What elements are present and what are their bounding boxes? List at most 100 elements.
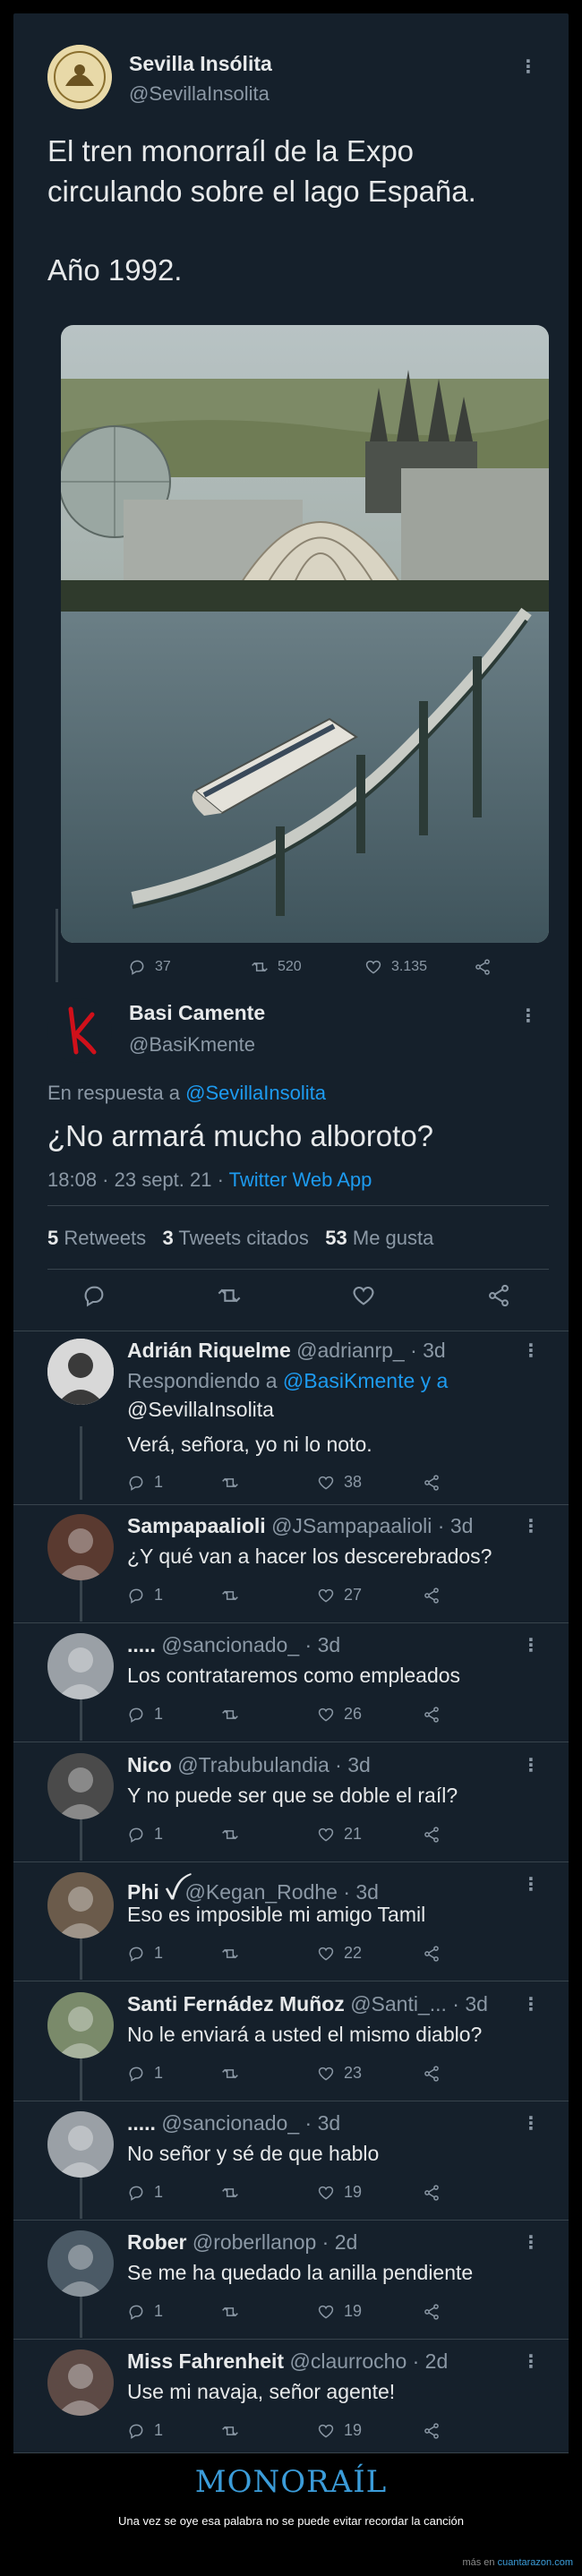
reply-action[interactable]: 37 xyxy=(128,958,251,976)
retweet-action[interactable] xyxy=(221,1587,317,1605)
reply-avatar[interactable] xyxy=(47,2111,114,2178)
like-action[interactable]: 19 xyxy=(317,2183,423,2202)
retweet-action[interactable]: 520 xyxy=(251,958,364,976)
share-action[interactable] xyxy=(474,958,492,976)
retweet-action[interactable] xyxy=(221,1474,317,1492)
reply-author[interactable]: Rober @roberllanop · 2d xyxy=(127,2230,357,2255)
reply-avatar[interactable] xyxy=(47,1992,114,2058)
more-icon[interactable]: ⋮ xyxy=(522,1342,540,1360)
reply-icon[interactable] xyxy=(81,1283,107,1308)
reply-action[interactable]: 1 xyxy=(127,1944,221,1963)
share-action[interactable] xyxy=(423,2422,441,2440)
reply-tweet[interactable]: ..... @sancionado_ · 3d ⋮ No señor y sé de… xyxy=(13,2111,569,2219)
like-action[interactable]: 21 xyxy=(317,1825,423,1844)
like-action[interactable]: 19 xyxy=(317,2421,423,2440)
more-icon[interactable]: ⋮ xyxy=(522,1637,540,1655)
reply-action[interactable]: 1 xyxy=(127,1586,221,1605)
reply-action[interactable]: 1 xyxy=(127,1705,221,1724)
retweet-action[interactable] xyxy=(221,2303,317,2321)
share-action[interactable] xyxy=(423,2065,441,2083)
reply-tweet[interactable]: Miss Fahrenheit @claurrocho · 2d ⋮ Use mi … xyxy=(13,2349,569,2457)
like-action[interactable]: 27 xyxy=(317,1586,423,1605)
retweet-action[interactable] xyxy=(221,1945,317,1963)
like-action[interactable]: 19 xyxy=(317,2302,423,2321)
author-handle[interactable]: @SevillaInsolita xyxy=(129,82,270,106)
reply-icon xyxy=(129,1947,143,1962)
author-avatar[interactable] xyxy=(47,45,112,109)
reply-avatar[interactable] xyxy=(47,1872,114,1938)
reply-tweet[interactable]: Rober @roberllanop · 2d ⋮ Se me ha quedado… xyxy=(13,2230,569,2338)
reply-avatar[interactable] xyxy=(47,2230,114,2297)
reply-action[interactable]: 1 xyxy=(127,2064,221,2083)
more-icon[interactable]: ⋮ xyxy=(522,2234,540,2252)
retweet-action[interactable] xyxy=(221,2184,317,2202)
reply-action[interactable]: 1 xyxy=(127,1825,221,1844)
author-name[interactable]: Sevilla Insólita xyxy=(129,52,272,76)
like-action[interactable]: 22 xyxy=(317,1944,423,1963)
reply-action[interactable]: 1 xyxy=(127,2302,221,2321)
reply-author[interactable]: Santi Fernádez Muñoz @Santi_... · 3d xyxy=(127,1992,488,2016)
reply-tweet[interactable]: Santi Fernádez Muñoz @Santi_... · 3d ⋮ No … xyxy=(13,1992,569,2100)
reply-action[interactable]: 1 xyxy=(127,1473,221,1492)
reply-author[interactable]: Miss Fahrenheit @claurrocho · 2d xyxy=(127,2349,448,2374)
retweet-action[interactable] xyxy=(221,1706,317,1724)
share-action[interactable] xyxy=(423,1587,441,1605)
retweet-action[interactable] xyxy=(221,2422,317,2440)
tweet-source[interactable]: Twitter Web App xyxy=(229,1168,372,1191)
reply-text: Eso es imposible mi amigo Tamil xyxy=(127,1903,426,1926)
like-action[interactable]: 26 xyxy=(317,1705,423,1724)
credit-site[interactable]: cuantarazon.com xyxy=(498,2557,573,2568)
reply-tweet[interactable]: Adrián Riquelme @adrianrp_ · 3d ⋮ Respon… xyxy=(13,1339,569,1518)
reply-actions: 1 26 xyxy=(127,1705,441,1724)
retweet-icon[interactable] xyxy=(217,1283,242,1308)
quotes-stat[interactable]: 3 Tweets citados xyxy=(162,1227,308,1249)
reply-avatar[interactable] xyxy=(47,1339,114,1405)
replying-handles[interactable]: @BasiKmente y a xyxy=(283,1369,448,1392)
reply-tweet[interactable]: Nico @Trabubulandia · 3d ⋮ Y no puede ser … xyxy=(13,1753,569,1861)
more-icon[interactable]: ⋮ xyxy=(522,1876,540,1894)
share-icon[interactable] xyxy=(486,1283,511,1308)
reply-author[interactable]: ..... @sancionado_ · 3d xyxy=(127,1633,340,1657)
reply-author[interactable]: Sampapaalioli @JSampapaalioli · 3d xyxy=(127,1514,473,1538)
share-action[interactable] xyxy=(423,2303,441,2321)
more-icon[interactable]: ⋮ xyxy=(522,2115,540,2133)
likes-stat[interactable]: 53 Me gusta xyxy=(325,1227,433,1249)
reply-avatar[interactable] xyxy=(47,1753,114,1819)
reply-avatar[interactable] xyxy=(47,1633,114,1699)
like-action[interactable]: 38 xyxy=(317,1473,423,1492)
more-icon[interactable]: ⋮ xyxy=(522,2353,540,2371)
author-avatar[interactable] xyxy=(47,998,112,1063)
like-action[interactable]: 23 xyxy=(317,2064,423,2083)
tweet-timestamp[interactable]: 18:08 · 23 sept. 21 · xyxy=(47,1168,224,1191)
reply-tweet[interactable]: ..... @sancionado_ · 3d ⋮ Los contrataremo… xyxy=(13,1633,569,1741)
reply-author[interactable]: Nico @Trabubulandia · 3d xyxy=(127,1753,371,1777)
more-icon[interactable]: ⋮ xyxy=(519,1007,537,1025)
more-icon[interactable]: ⋮ xyxy=(522,1996,540,2014)
retweet-action[interactable] xyxy=(221,1826,317,1844)
reply-action[interactable]: 1 xyxy=(127,2183,221,2202)
like-icon[interactable] xyxy=(351,1283,376,1308)
reply-avatar[interactable] xyxy=(47,1514,114,1580)
more-icon[interactable]: ⋮ xyxy=(522,1757,540,1775)
share-action[interactable] xyxy=(423,1474,441,1492)
reply-author[interactable]: ..... @sancionado_ · 3d xyxy=(127,2111,340,2135)
share-action[interactable] xyxy=(423,1826,441,1844)
reply-author[interactable]: Adrián Riquelme @adrianrp_ · 3d xyxy=(127,1339,446,1363)
reply-tweet[interactable]: Sampapaalioli @JSampapaalioli · 3d ⋮ ¿Y qu… xyxy=(13,1514,569,1622)
reply-avatar[interactable] xyxy=(47,2349,114,2416)
reply-action[interactable]: 1 xyxy=(127,2421,221,2440)
share-action[interactable] xyxy=(423,1706,441,1724)
replying-to-handle[interactable]: @SevillaInsolita xyxy=(127,1398,274,1422)
retweets-stat[interactable]: 5 Retweets xyxy=(47,1227,146,1249)
more-icon[interactable]: ⋮ xyxy=(522,1518,540,1536)
author-handle[interactable]: @BasiKmente xyxy=(129,1033,255,1057)
share-action[interactable] xyxy=(423,2184,441,2202)
share-action[interactable] xyxy=(423,1945,441,1963)
retweet-action[interactable] xyxy=(221,2065,317,2083)
in-reply-handle[interactable]: @SevillaInsolita xyxy=(185,1082,326,1104)
like-action[interactable]: 3.135 xyxy=(364,958,474,976)
reply-tweet[interactable]: Phi ꪜ @Kegan_Rodhe · 3d ⋮ Eso es imposible… xyxy=(13,1872,569,1980)
tweet-photo[interactable] xyxy=(61,325,549,943)
author-name[interactable]: Basi Camente xyxy=(129,1001,265,1025)
more-icon[interactable]: ⋮ xyxy=(519,58,537,76)
